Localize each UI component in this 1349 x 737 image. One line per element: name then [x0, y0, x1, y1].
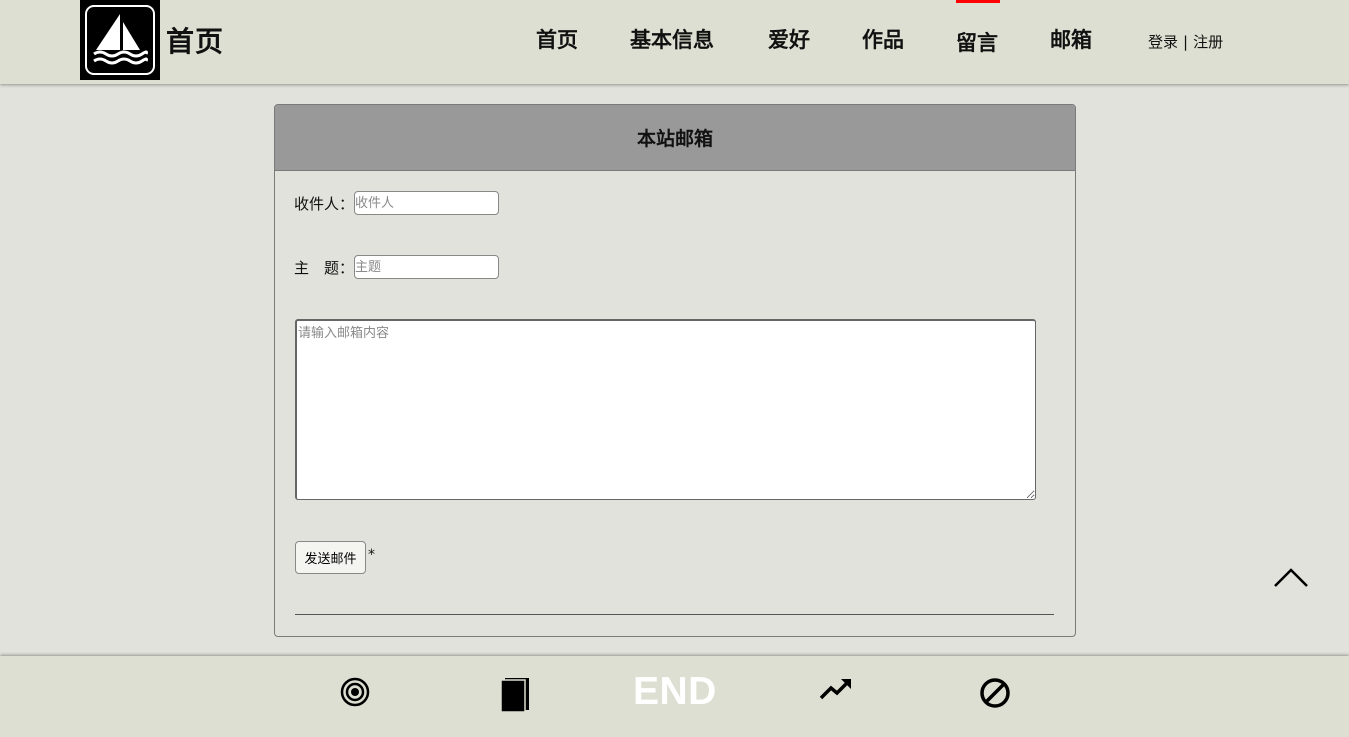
subject-row: 主 题：: [294, 255, 500, 279]
panel-divider: [295, 614, 1054, 615]
nav-messages[interactable]: 留言: [956, 27, 998, 57]
nav-basic-info[interactable]: 基本信息: [630, 24, 714, 54]
send-mail-button[interactable]: 发送邮件: [295, 541, 366, 574]
chevron-up-icon: [1274, 568, 1308, 587]
auth-links: 登录 | 注册: [1148, 31, 1223, 52]
prohibited-icon[interactable]: [978, 676, 1012, 714]
end-label: END: [633, 670, 717, 713]
subject-label: 主 题：: [294, 258, 355, 277]
book-icon[interactable]: [499, 676, 531, 716]
login-link[interactable]: 登录: [1148, 33, 1178, 51]
nav-mailbox[interactable]: 邮箱: [1050, 24, 1092, 54]
recipient-input[interactable]: [354, 191, 500, 215]
target-icon[interactable]: [340, 677, 370, 711]
nav-works[interactable]: 作品: [862, 24, 904, 54]
subject-input[interactable]: [354, 255, 500, 279]
trending-up-icon[interactable]: [819, 676, 853, 706]
register-link[interactable]: 注册: [1193, 33, 1223, 51]
site-footer: END: [0, 656, 1349, 737]
nav-hobbies[interactable]: 爱好: [768, 24, 810, 54]
mail-content-textarea[interactable]: [295, 319, 1036, 500]
required-asterisk: *: [368, 547, 375, 563]
mail-panel: 本站邮箱 收件人： 主 题： 发送邮件 *: [274, 104, 1076, 637]
nav-home[interactable]: 首页: [536, 24, 578, 54]
auth-separator: |: [1183, 33, 1189, 51]
back-to-top-button[interactable]: [1273, 566, 1309, 588]
brand-title: 首页: [166, 25, 225, 58]
sailboat-icon: [85, 5, 155, 75]
recipient-label: 收件人：: [294, 194, 355, 213]
recipient-row: 收件人：: [294, 191, 500, 215]
panel-title: 本站邮箱: [275, 105, 1075, 171]
nav-active-indicator: [956, 0, 1000, 3]
site-header: 首页 首页 基本信息 爱好 作品 留言 邮箱 登录 | 注册: [0, 0, 1349, 84]
site-logo[interactable]: [80, 0, 160, 80]
